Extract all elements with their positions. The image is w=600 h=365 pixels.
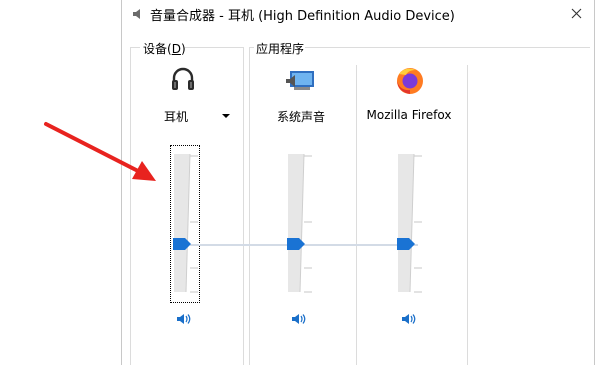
annotation-arrow-icon xyxy=(44,122,156,181)
